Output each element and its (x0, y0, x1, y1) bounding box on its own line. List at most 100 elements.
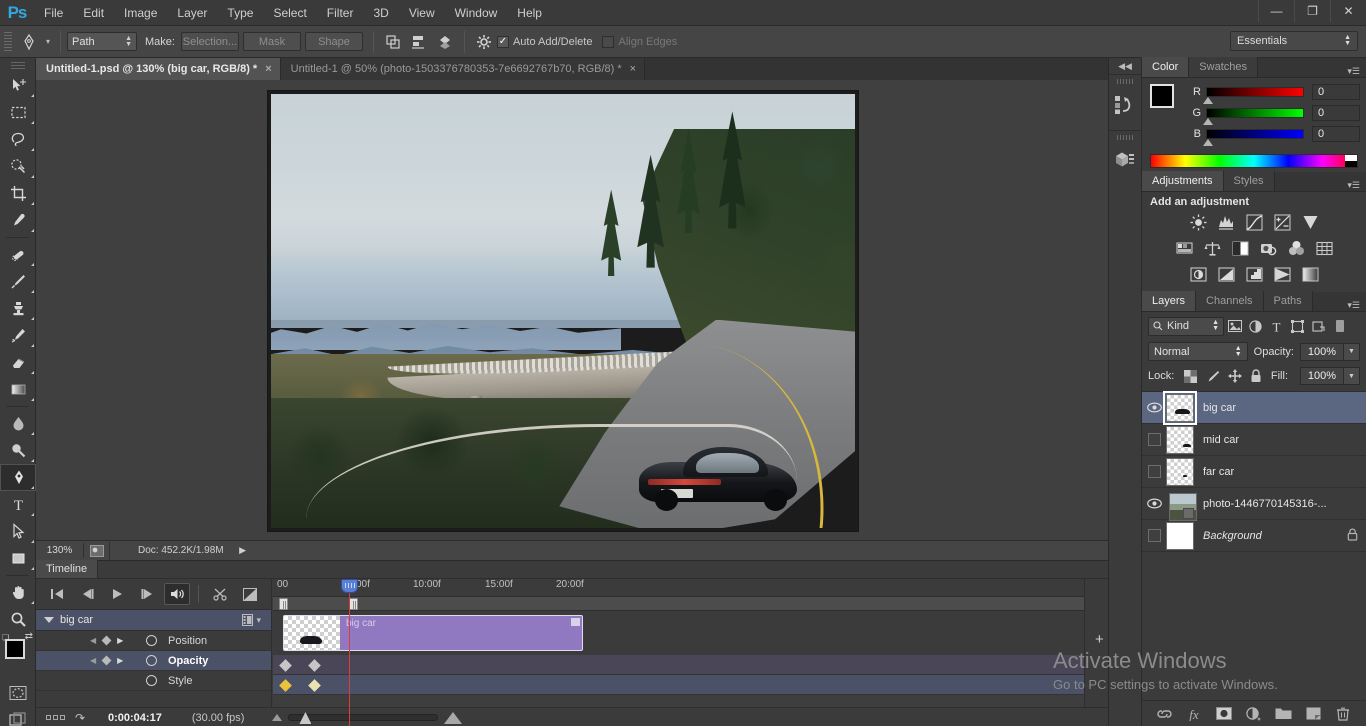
layer-thumbnail-mid-car[interactable] (1166, 426, 1194, 454)
layer-row-big-car[interactable]: big car (1142, 392, 1366, 424)
canvas-area[interactable] (36, 80, 1132, 540)
opacity-value[interactable]: 100% (1300, 343, 1344, 361)
timeline-zoom-knob[interactable] (299, 712, 311, 724)
timeline-property-style[interactable]: Style (36, 671, 271, 691)
position-keyframe-2[interactable] (308, 659, 321, 672)
track-options-icon[interactable]: ▾ (242, 614, 261, 626)
minimize-button[interactable]: — (1258, 0, 1294, 22)
spot-healing-brush-tool[interactable] (0, 241, 36, 268)
auto-add-delete-checkbox[interactable]: ✓ Auto Add/Delete (497, 36, 593, 48)
foreground-color-swatch[interactable] (5, 639, 25, 659)
swap-colors-icon[interactable]: ⇄ (25, 631, 33, 642)
menu-edit[interactable]: Edit (73, 0, 114, 26)
path-alignment-icon[interactable] (406, 30, 432, 54)
previous-frame-button[interactable] (74, 583, 100, 605)
lock-image-pixels-icon[interactable] (1206, 369, 1220, 383)
document-tab-2[interactable]: Untitled-1 @ 50% (photo-1503376780353-7e… (281, 58, 645, 80)
fill-chevron-icon[interactable]: ▼ (1344, 367, 1360, 385)
playhead-handle[interactable] (341, 579, 358, 593)
tab-color[interactable]: Color (1142, 57, 1189, 77)
position-add-keyframe-icon[interactable] (102, 636, 112, 646)
zoom-in-icon[interactable] (444, 712, 462, 724)
split-at-playhead-button[interactable] (207, 583, 233, 605)
menu-filter[interactable]: Filter (317, 0, 364, 26)
rectangle-tool[interactable] (0, 545, 36, 572)
render-video-icon[interactable]: ↷ (66, 711, 94, 725)
menu-window[interactable]: Window (445, 0, 508, 26)
color-swatches[interactable]: ⇄ ❏ (0, 637, 36, 675)
menu-image[interactable]: Image (114, 0, 167, 26)
pixel-layers-filter-icon[interactable] (1224, 316, 1245, 336)
layer-thumbnail-far-car[interactable] (1166, 458, 1194, 486)
delete-layer-icon[interactable] (1333, 704, 1353, 724)
brightness-contrast-icon[interactable] (1190, 214, 1207, 231)
curves-icon[interactable] (1246, 214, 1263, 231)
lock-all-icon[interactable] (1250, 369, 1263, 383)
layer-row-photo[interactable]: photo-1446770145316-... (1142, 488, 1366, 520)
layers-panel-menu-icon[interactable]: ▾☰ (1347, 300, 1366, 311)
work-area-start-handle[interactable] (279, 598, 288, 610)
layer-thumbnail-big-car[interactable] (1166, 394, 1194, 422)
selective-color-icon[interactable] (1302, 266, 1319, 283)
close-button[interactable]: ✕ (1330, 0, 1366, 22)
adjustments-panel-menu-icon[interactable]: ▾☰ (1347, 180, 1366, 191)
properties-panel-icon[interactable] (1109, 144, 1141, 178)
move-tool[interactable] (0, 72, 36, 99)
opacity-keyframe-nav[interactable]: ◀ ▶ (90, 656, 123, 665)
tools-panel-grip[interactable] (0, 58, 35, 72)
type-layers-filter-icon[interactable]: T (1266, 316, 1287, 336)
opacity-keyframe-1[interactable] (279, 679, 292, 692)
spectrum-black-white-end[interactable] (1345, 155, 1357, 167)
layer-thumbnail-photo[interactable] (1169, 493, 1197, 521)
position-keyframe-1[interactable] (279, 659, 292, 672)
layer-thumbnail-background[interactable] (1166, 522, 1194, 550)
smart-object-filter-icon[interactable] (1308, 316, 1329, 336)
eraser-tool[interactable] (0, 349, 36, 376)
link-layers-icon[interactable] (1155, 704, 1175, 724)
layer-row-mid-car[interactable]: mid car (1142, 424, 1366, 456)
path-selection-tool[interactable] (0, 518, 36, 545)
make-shape-button[interactable]: Shape (305, 32, 363, 51)
transition-button[interactable] (237, 583, 263, 605)
blend-mode-select[interactable]: Normal ▲▼ (1148, 342, 1248, 361)
add-layer-mask-icon[interactable] (1214, 704, 1234, 724)
audio-mute-button[interactable] (164, 583, 190, 605)
red-value-field[interactable]: 0 (1312, 84, 1360, 100)
make-selection-button[interactable]: Selection... (181, 32, 239, 51)
opacity-add-keyframe-icon[interactable] (102, 656, 112, 666)
layer-name-photo[interactable]: photo-1446770145316-... (1203, 498, 1366, 510)
green-slider-track[interactable] (1206, 108, 1304, 118)
opacity-next-keyframe-icon[interactable]: ▶ (117, 656, 123, 665)
timeline-property-opacity[interactable]: ◀ ▶ Opacity (36, 651, 271, 671)
tab-channels[interactable]: Channels (1196, 291, 1263, 311)
document-tab-1-close-icon[interactable]: × (265, 63, 271, 75)
position-next-keyframe-icon[interactable]: ▶ (117, 636, 123, 645)
layer-visibility-toggle-far-car[interactable] (1142, 456, 1166, 488)
timeline-ruler[interactable]: 00 00f 10:00f 15:00f 20:00f (273, 579, 1084, 597)
opacity-keyframe-2[interactable] (308, 679, 321, 692)
tab-timeline[interactable]: Timeline (36, 560, 98, 578)
new-layer-icon[interactable] (1303, 704, 1323, 724)
position-prev-keyframe-icon[interactable]: ◀ (90, 636, 96, 645)
document-tab-2-close-icon[interactable]: × (630, 63, 636, 75)
fill-control[interactable]: 100% ▼ (1300, 367, 1360, 385)
timeline-property-position[interactable]: ◀ ▶ Position (36, 631, 271, 651)
menu-help[interactable]: Help (507, 0, 552, 26)
adjustment-layers-filter-icon[interactable] (1245, 316, 1266, 336)
go-to-first-frame-button[interactable] (44, 583, 70, 605)
levels-icon[interactable] (1218, 214, 1235, 231)
gear-icon[interactable] (471, 30, 497, 54)
posterize-icon[interactable] (1218, 266, 1235, 283)
layer-style-fx-icon[interactable]: fx (1185, 704, 1205, 724)
timeline-tracks-area[interactable]: 00 00f 10:00f 15:00f 20:00f big car (273, 579, 1084, 726)
timeline-track-header-big-car[interactable]: big car ▾ (36, 609, 271, 631)
quick-selection-tool[interactable] (0, 153, 36, 180)
layer-visibility-toggle-background[interactable] (1142, 520, 1166, 552)
exposure-icon[interactable] (1274, 214, 1291, 231)
zoom-tool[interactable] (0, 606, 36, 633)
layer-filter-kind-select[interactable]: Kind ▲▼ (1148, 317, 1224, 336)
make-mask-button[interactable]: Mask (243, 32, 301, 51)
zoom-out-icon[interactable] (272, 714, 282, 721)
blue-slider-track[interactable] (1206, 129, 1304, 139)
pen-tool[interactable] (0, 464, 36, 491)
